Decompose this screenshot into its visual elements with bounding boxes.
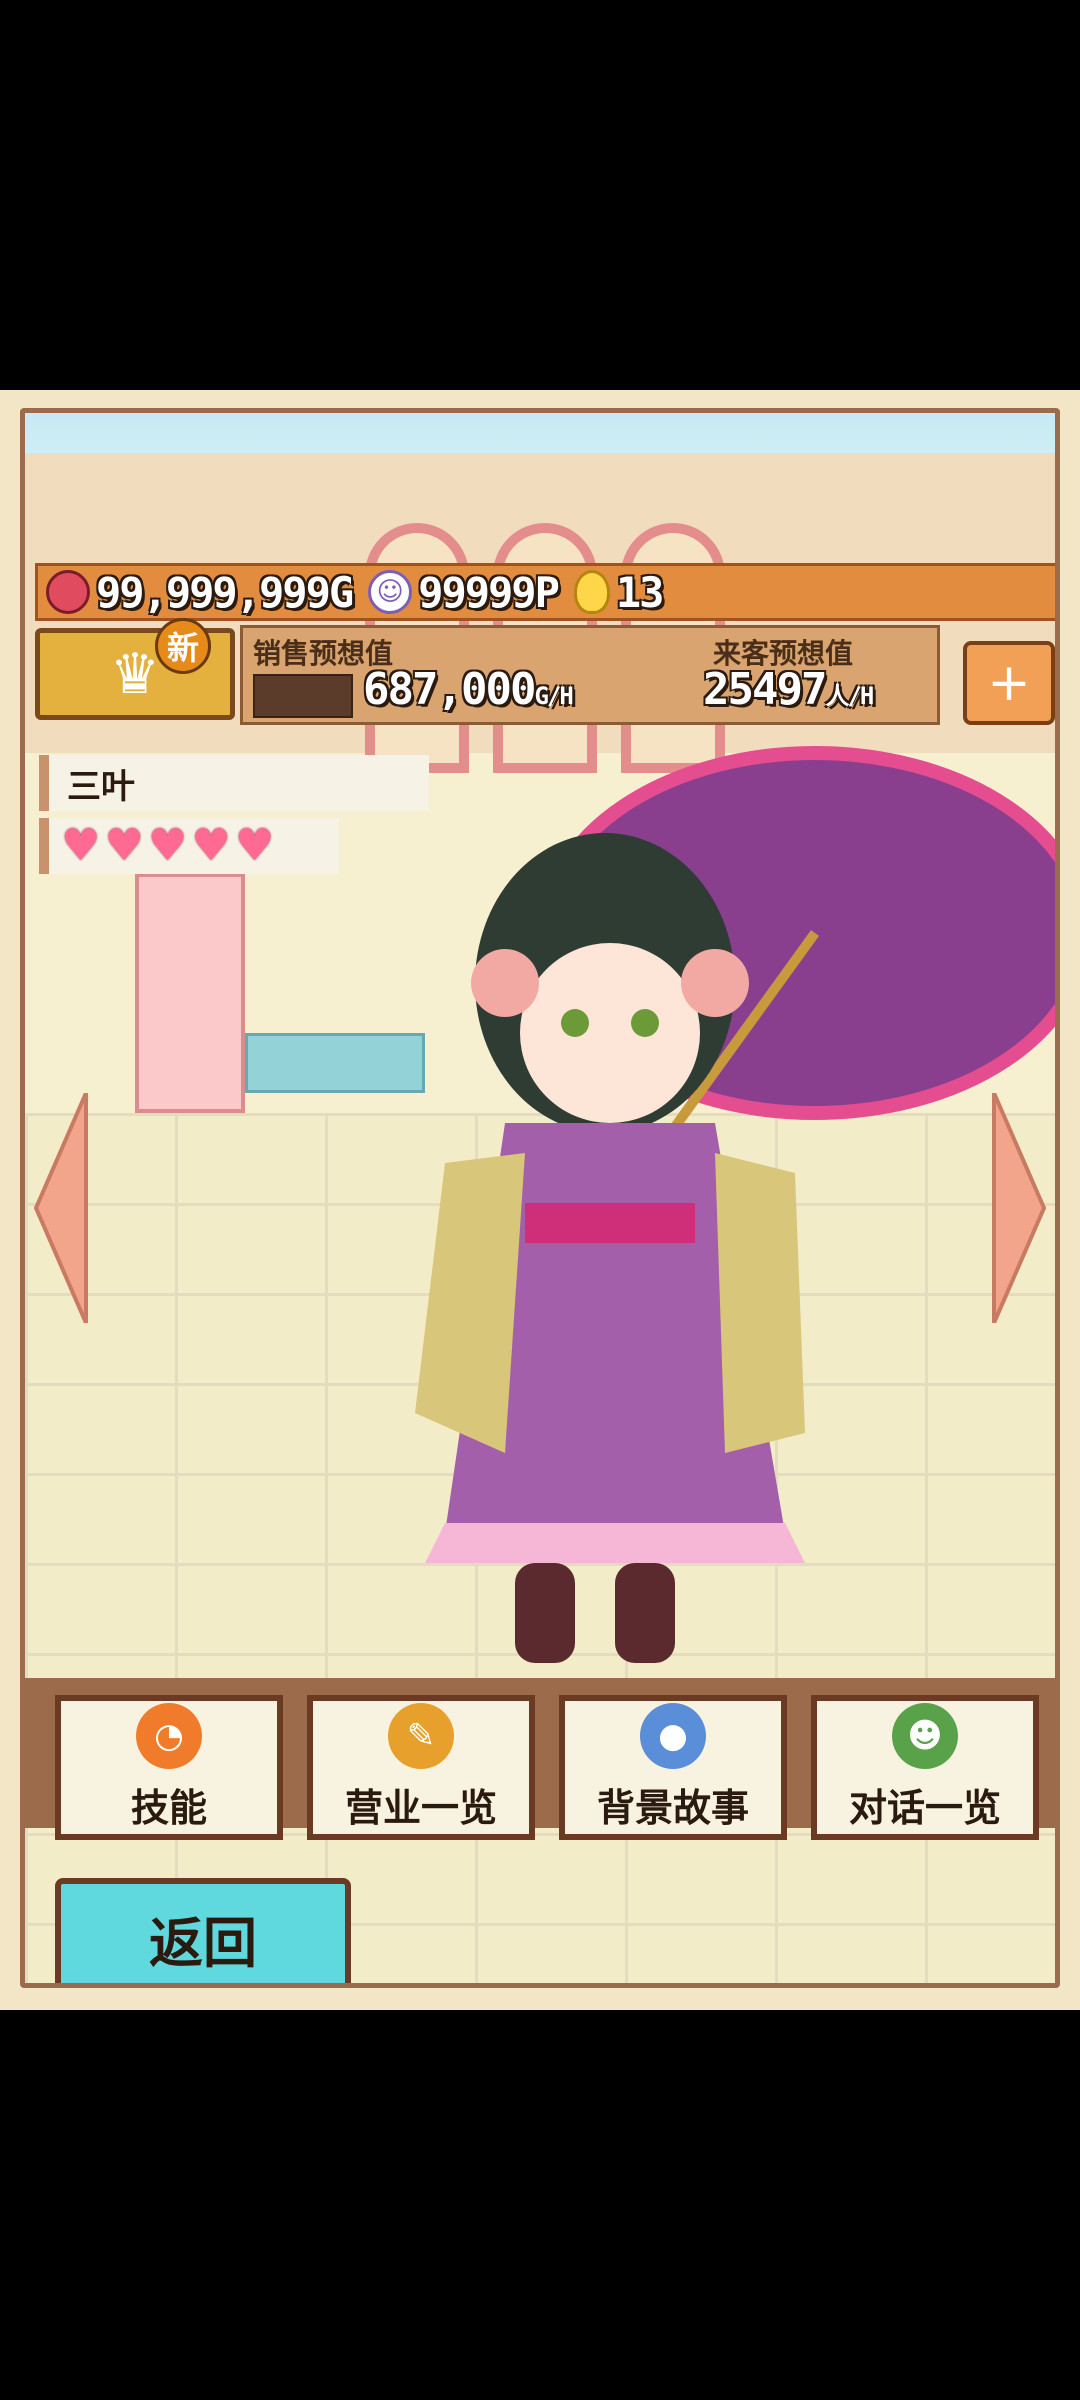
hair-flower-right bbox=[681, 949, 749, 1017]
sales-forecast-unit: G/H bbox=[534, 682, 573, 710]
megaphone-icon: ◔ bbox=[136, 1703, 202, 1769]
visitor-forecast-unit: 人/H bbox=[825, 682, 874, 710]
heart-icon: ♥ bbox=[234, 820, 275, 871]
business-list-button[interactable]: ✎ 营业一览 bbox=[307, 1695, 535, 1840]
obi bbox=[525, 1203, 695, 1243]
game-scene: 99,999,999G ☺ 99999P 13 ♛ 新 销售预想值 来客预想值 … bbox=[20, 408, 1060, 1988]
left-eye bbox=[561, 1009, 589, 1037]
right-eye bbox=[631, 1009, 659, 1037]
points-stat: ☺ 99999P bbox=[360, 566, 566, 618]
skills-label: 技能 bbox=[130, 1786, 207, 1830]
hair-flower-left bbox=[471, 949, 539, 1017]
points-value: 99999P bbox=[418, 567, 560, 617]
heart-icon: ♥ bbox=[104, 820, 144, 871]
new-badge: 新 bbox=[155, 618, 211, 674]
character-illustration bbox=[415, 746, 1055, 1663]
dialogue-list-button[interactable]: ☻ 对话一览 bbox=[811, 1695, 1039, 1840]
smile-face-icon: ☺ bbox=[368, 570, 413, 614]
eggs-value: 13 bbox=[615, 567, 665, 617]
sales-progress-bar bbox=[253, 674, 353, 718]
face bbox=[520, 943, 700, 1123]
left-boot bbox=[515, 1563, 575, 1663]
back-button[interactable]: 返回 bbox=[55, 1878, 351, 1983]
heart-icon: ♥ bbox=[61, 820, 101, 871]
business-list-label: 营业一览 bbox=[344, 1786, 497, 1830]
face-icon: ☻ bbox=[892, 1703, 958, 1769]
character-name-box: 三叶 bbox=[39, 755, 429, 811]
visitor-forecast: 25497人/H bbox=[703, 664, 874, 715]
pink-banner-pillar bbox=[135, 873, 245, 1113]
broom-icon: ✎ bbox=[388, 1703, 454, 1769]
previous-arrow[interactable] bbox=[31, 1093, 91, 1323]
money-bag-icon bbox=[46, 570, 90, 614]
skirt-frill bbox=[425, 1523, 805, 1563]
visitor-forecast-value: 25497 bbox=[703, 664, 827, 715]
heart-icon: ♥ bbox=[147, 820, 188, 871]
sales-forecast: 687,000G/H bbox=[363, 664, 574, 715]
affection-hearts: ♥ ♥ ♥ ♥ ♥ bbox=[39, 818, 339, 874]
backstory-label: 背景故事 bbox=[596, 1786, 749, 1830]
stats-bar: 99,999,999G ☺ 99999P 13 bbox=[35, 563, 1055, 621]
skills-button[interactable]: ◔ 技能 bbox=[55, 1695, 283, 1840]
heart-icon: ♥ bbox=[191, 820, 231, 871]
right-boot bbox=[615, 1563, 675, 1663]
dialogue-list-label: 对话一览 bbox=[848, 1786, 1001, 1830]
footprints-icon: ● bbox=[640, 1703, 706, 1769]
gold-value: 99,999,999G bbox=[96, 567, 354, 617]
add-person-icon: + bbox=[987, 653, 1031, 713]
backstory-button[interactable]: ● 背景故事 bbox=[559, 1695, 787, 1840]
crown-icon: ♛ bbox=[109, 641, 161, 707]
forecast-panel: 销售预想值 来客预想值 687,000G/H 25497人/H bbox=[240, 625, 940, 725]
golden-egg-icon bbox=[573, 570, 610, 614]
back-label: 返回 bbox=[149, 1911, 257, 1975]
add-customer-button[interactable]: + bbox=[963, 641, 1055, 725]
eggs-stat: 13 bbox=[566, 566, 671, 618]
game-frame: 99,999,999G ☺ 99999P 13 ♛ 新 销售预想值 来客预想值 … bbox=[0, 390, 1080, 2010]
character-name: 三叶 bbox=[67, 766, 135, 807]
gold-stat: 99,999,999G bbox=[38, 566, 360, 618]
sales-forecast-value: 687,000 bbox=[363, 664, 536, 715]
